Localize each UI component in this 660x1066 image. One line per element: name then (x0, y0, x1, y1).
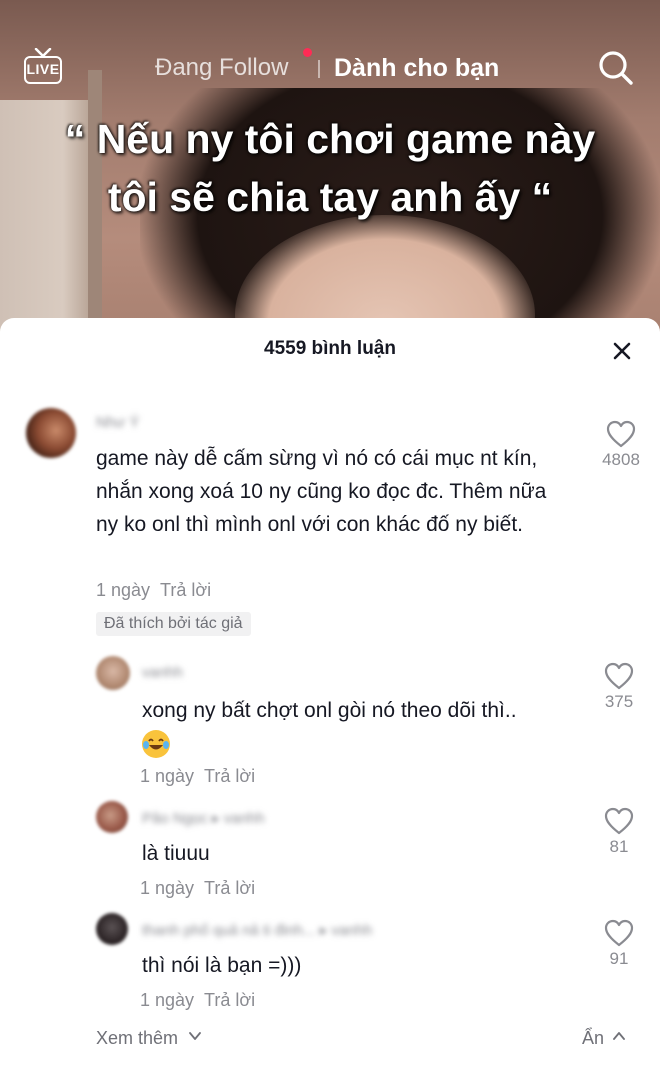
liked-by-author-badge: Đã thích bởi tác giả (96, 612, 251, 636)
reply-text: thì nói là bạn =))) (142, 954, 302, 977)
heart-icon (604, 919, 634, 947)
reply-button[interactable]: Trả lời (204, 766, 255, 786)
like-button[interactable]: 91 (592, 919, 646, 969)
comments-sheet: 4559 bình luận Như Ý game này dễ cấm sừn… (0, 318, 660, 1066)
like-count: 91 (609, 949, 629, 968)
reply-time: 1 ngày (140, 990, 195, 1010)
reply-button[interactable]: Trả lời (160, 580, 211, 600)
reply-meta: 1 ngày Trả lời (140, 766, 255, 787)
search-button[interactable] (596, 48, 636, 88)
like-button[interactable]: 81 (592, 807, 646, 857)
caption-line-2: tôi sẽ chia tay anh ấy “ (107, 174, 553, 220)
reply-item: thanh phố quả nả ti đinh... ▸ vanhh thì … (0, 905, 660, 1015)
comment-meta: 1 ngày Trả lời (96, 580, 211, 601)
live-button[interactable]: LIVE (22, 48, 66, 88)
reply-button[interactable]: Trả lời (204, 990, 255, 1010)
like-count: 81 (609, 837, 629, 856)
video-caption: “ Nếu ny tôi chơi game này tôi sẽ chia t… (0, 110, 660, 226)
tears-of-joy-emoji-icon (142, 730, 170, 759)
like-count: 4808 (602, 450, 640, 469)
chevron-up-icon (613, 1032, 625, 1040)
reply-text-content: xong ny bất chợt onl gòi nó theo dõi thì… (142, 699, 517, 722)
reply-meta: 1 ngày Trả lời (140, 878, 255, 899)
reply-username[interactable]: Pâo Ngọc ▸ vanhh (142, 809, 265, 827)
chevron-down-icon (189, 1032, 201, 1040)
tab-for-you[interactable]: Dành cho bạn (334, 54, 499, 83)
reply-item: Pâo Ngọc ▸ vanhh là tiuuu 1 ngày Trả lời … (0, 793, 660, 903)
comment-time: 1 ngày (96, 580, 151, 600)
hide-label: Ẩn (582, 1028, 605, 1048)
comment-username[interactable]: Như Ý (96, 414, 139, 431)
like-count: 375 (604, 692, 634, 711)
reply-time: 1 ngày (140, 766, 195, 786)
search-icon (599, 51, 633, 85)
reply-button[interactable]: Trả lời (204, 878, 255, 898)
heart-icon (606, 420, 636, 448)
heart-icon (604, 807, 634, 835)
reply-text: là tiuuu (142, 842, 210, 865)
reply-time: 1 ngày (140, 878, 195, 898)
reply-text: xong ny bất chợt onl gòi nó theo dõi thì… (142, 694, 572, 760)
top-nav-bar: LIVE Đang Follow Dành cho bạn (0, 40, 660, 96)
avatar[interactable] (96, 913, 128, 945)
hide-replies-button[interactable]: Ẩn (582, 1028, 625, 1049)
avatar[interactable] (96, 656, 130, 690)
like-button[interactable]: 375 (592, 662, 646, 712)
heart-icon (604, 662, 634, 690)
view-more-button[interactable]: Xem thêm (96, 1028, 201, 1049)
like-button[interactable]: 4808 (594, 420, 648, 470)
notification-dot (303, 48, 312, 57)
reply-item: vanhh xong ny bất chợt onl gòi nó theo d… (0, 648, 660, 788)
comment-text: game này dễ cấm sừng vì nó có cái mục nt… (96, 447, 547, 536)
comment-item: Như Ý game này dễ cấm sừng vì nó có cái … (0, 318, 660, 648)
tab-following[interactable]: Đang Follow (155, 54, 288, 82)
reply-meta: 1 ngày Trả lời (140, 990, 255, 1011)
view-more-label: Xem thêm (96, 1028, 179, 1048)
tab-divider (318, 60, 320, 78)
reply-username[interactable]: thanh phố quả nả ti đinh... ▸ vanhh (142, 921, 372, 939)
live-label: LIVE (24, 56, 62, 84)
avatar[interactable] (96, 801, 128, 833)
reply-username[interactable]: vanhh (142, 664, 183, 681)
caption-line-1: “ Nếu ny tôi chơi game này (64, 116, 596, 162)
avatar[interactable] (26, 408, 76, 458)
